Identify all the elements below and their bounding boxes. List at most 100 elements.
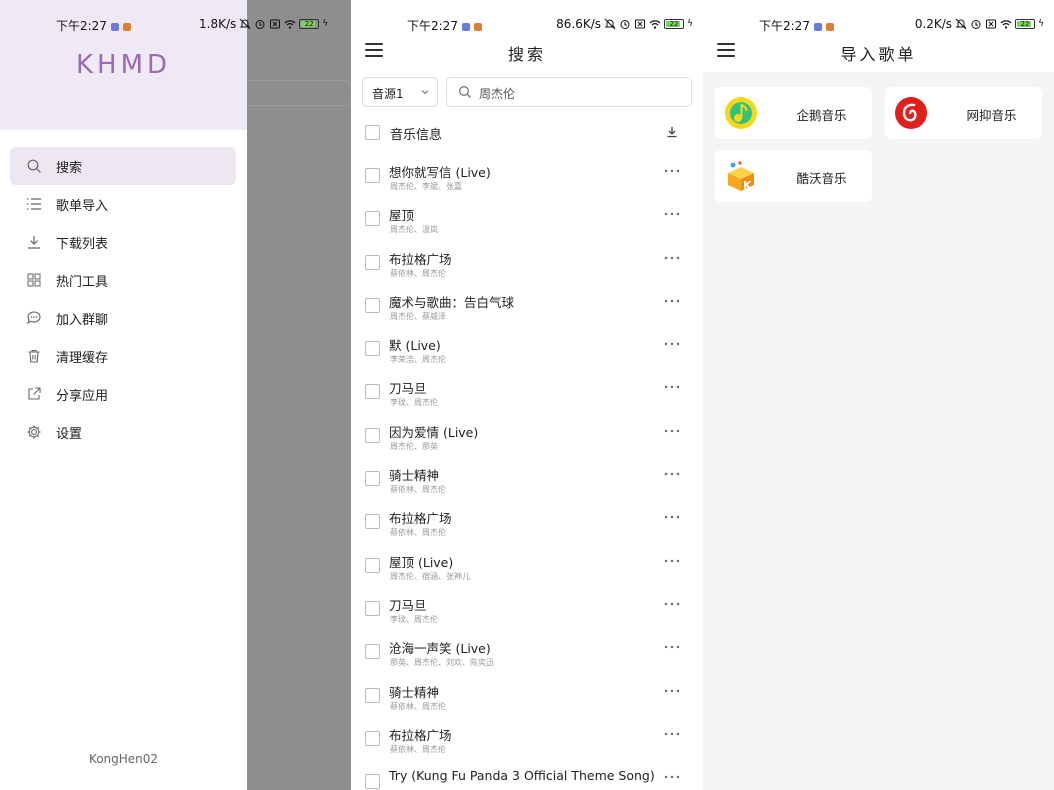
song-checkbox[interactable]	[365, 297, 380, 313]
kuwo-music-icon: K	[728, 161, 754, 192]
song-row[interactable]: 因为爱情 (Live) 周杰伦、那英	[351, 414, 703, 457]
more-icon[interactable]	[664, 168, 680, 174]
drawer-item-list[interactable]: 歌单导入	[10, 185, 236, 223]
song-artist: 李玟、周杰伦	[390, 614, 438, 624]
netease-music-icon	[895, 97, 927, 129]
song-row[interactable]: 布拉格广场 蔡依林、周杰伦	[351, 241, 703, 284]
search-icon	[459, 86, 471, 98]
song-checkbox[interactable]	[365, 687, 380, 703]
song-title: 想你就写信 (Live)	[389, 165, 491, 180]
download-icon[interactable]	[666, 126, 678, 138]
mute-icon	[955, 18, 967, 30]
import-source-label: 网抑音乐	[966, 108, 1017, 123]
notification-icon	[813, 22, 822, 31]
more-icon[interactable]	[664, 688, 680, 694]
more-icon[interactable]	[664, 731, 680, 737]
drawer-scrim[interactable]	[247, 0, 351, 790]
song-artist: 李荣浩、周杰伦	[390, 355, 446, 365]
song-checkbox[interactable]	[365, 600, 380, 616]
source-select[interactable]: 音源1	[362, 77, 438, 107]
drawer-item-label: 下载列表	[56, 236, 109, 252]
song-checkbox[interactable]	[365, 384, 380, 400]
download-icon	[28, 236, 40, 249]
song-row[interactable]: 想你就写信 (Live) 周杰伦、李斌、张嘉	[351, 154, 703, 197]
status-time: 下午2:27	[759, 17, 834, 34]
search-input[interactable]: 周杰伦	[446, 77, 692, 107]
more-icon[interactable]	[664, 211, 680, 217]
song-checkbox[interactable]	[365, 471, 380, 487]
song-checkbox[interactable]	[365, 427, 380, 443]
more-icon[interactable]	[664, 298, 680, 304]
song-checkbox[interactable]	[365, 254, 380, 270]
more-icon[interactable]	[664, 558, 680, 564]
song-row[interactable]: 刀马旦 李玟、周杰伦	[351, 587, 703, 630]
select-all-checkbox[interactable]	[365, 125, 380, 140]
import-source-qq[interactable]: 企鹅音乐	[715, 87, 872, 139]
song-row[interactable]: 屋顶 周杰伦、温岚	[351, 197, 703, 240]
drawer-item-share[interactable]: 分享应用	[10, 375, 236, 413]
more-icon[interactable]	[664, 601, 680, 607]
status-time: 下午2:27	[407, 17, 482, 34]
song-row[interactable]: 魔术与歌曲：告白气球 周杰伦、蔡威泽	[351, 284, 703, 327]
song-title: 布拉格广场	[389, 727, 452, 743]
song-row[interactable]: 默 (Live) 李荣浩、周杰伦	[351, 327, 703, 370]
more-icon[interactable]	[664, 774, 680, 780]
import-source-netease[interactable]: 网抑音乐	[885, 87, 1042, 139]
song-row[interactable]: 布拉格广场 蔡依林、周杰伦	[351, 500, 703, 543]
song-artist: 那英、周杰伦、刘欢、陈奕迅	[390, 658, 494, 668]
drawer-item-label: 搜索	[56, 160, 83, 176]
search-input-value: 周杰伦	[479, 87, 516, 101]
navigation-drawer: 下午2:27 KHMD 搜索 歌单导入 下载列表 热门工具 加入群聊 清理缓存 分享应用 设置…	[0, 0, 247, 790]
song-checkbox[interactable]	[365, 211, 380, 227]
wifi-icon	[649, 20, 661, 29]
drawer-item-grid[interactable]: 热门工具	[10, 261, 236, 299]
charging-icon: ϟ	[322, 19, 329, 29]
status-indicators: 0.2K/s 22 ϟ	[915, 17, 1044, 31]
song-checkbox[interactable]	[365, 514, 380, 530]
alarm-icon	[255, 20, 265, 29]
drawer-item-gear[interactable]: 设置	[10, 413, 236, 451]
import-source-label: 酷沃音乐	[796, 171, 847, 186]
no-sim-icon	[986, 19, 997, 29]
song-checkbox[interactable]	[365, 730, 380, 746]
song-title: 默 (Live)	[389, 338, 441, 354]
song-title: 因为爱情 (Live)	[389, 424, 479, 440]
song-checkbox[interactable]	[365, 168, 380, 183]
drawer-item-download[interactable]: 下载列表	[10, 223, 236, 261]
song-checkbox[interactable]	[365, 774, 380, 790]
song-row[interactable]: Try (Kung Fu Panda 3 Official Theme Song…	[351, 760, 703, 790]
drawer-item-label: 设置	[56, 426, 83, 442]
song-row[interactable]: 骑士精神 蔡依林、周杰伦	[351, 674, 703, 717]
more-icon[interactable]	[664, 644, 680, 650]
more-icon[interactable]	[664, 384, 680, 390]
more-icon[interactable]	[664, 514, 680, 520]
charging-icon: ϟ	[1038, 19, 1044, 29]
network-speed: 86.6K/s	[556, 17, 602, 31]
song-checkbox[interactable]	[365, 644, 380, 660]
more-icon[interactable]	[664, 341, 680, 347]
network-speed: 1.8K/s	[199, 17, 237, 31]
mute-icon	[239, 18, 251, 30]
more-icon[interactable]	[664, 428, 680, 434]
drawer-item-chat[interactable]: 加入群聊	[10, 299, 236, 337]
battery-icon: 22	[299, 19, 320, 29]
song-row[interactable]: 骑士精神 蔡依林、周杰伦	[351, 457, 703, 500]
song-row[interactable]: 屋顶 (Live) 周杰伦、宿涵、张神儿	[351, 544, 703, 587]
song-row[interactable]: 布拉格广场 蔡依林、周杰伦	[351, 717, 703, 760]
list-header-label: 音乐信息	[390, 128, 443, 143]
song-checkbox[interactable]	[365, 341, 380, 357]
drawer-item-search[interactable]: 搜索	[10, 147, 236, 185]
more-icon[interactable]	[664, 471, 680, 477]
more-icon[interactable]	[664, 255, 680, 261]
notification-icon	[122, 22, 131, 31]
song-row[interactable]: 沧海一声笑 (Live) 那英、周杰伦、刘欢、陈奕迅	[351, 630, 703, 673]
page-title: 搜索	[507, 45, 546, 64]
song-row[interactable]: 刀马旦 李玟、周杰伦	[351, 370, 703, 413]
import-source-kuwo[interactable]: K 酷沃音乐	[715, 150, 872, 202]
song-artist: 周杰伦、李斌、张嘉	[390, 182, 462, 191]
search-screen: 下午2:27 86.6K/s 22 ϟ 搜索 音源1 周杰伦 音乐信息 想你就写…	[351, 0, 703, 790]
drawer-item-trash[interactable]: 清理缓存	[10, 337, 236, 375]
song-list: 想你就写信 (Live) 周杰伦、李斌、张嘉屋顶 周杰伦、温岚 布拉格广场 蔡依林、周杰…	[351, 154, 703, 790]
song-checkbox[interactable]	[365, 557, 380, 573]
song-artist: 李玟、周杰伦	[390, 398, 438, 408]
